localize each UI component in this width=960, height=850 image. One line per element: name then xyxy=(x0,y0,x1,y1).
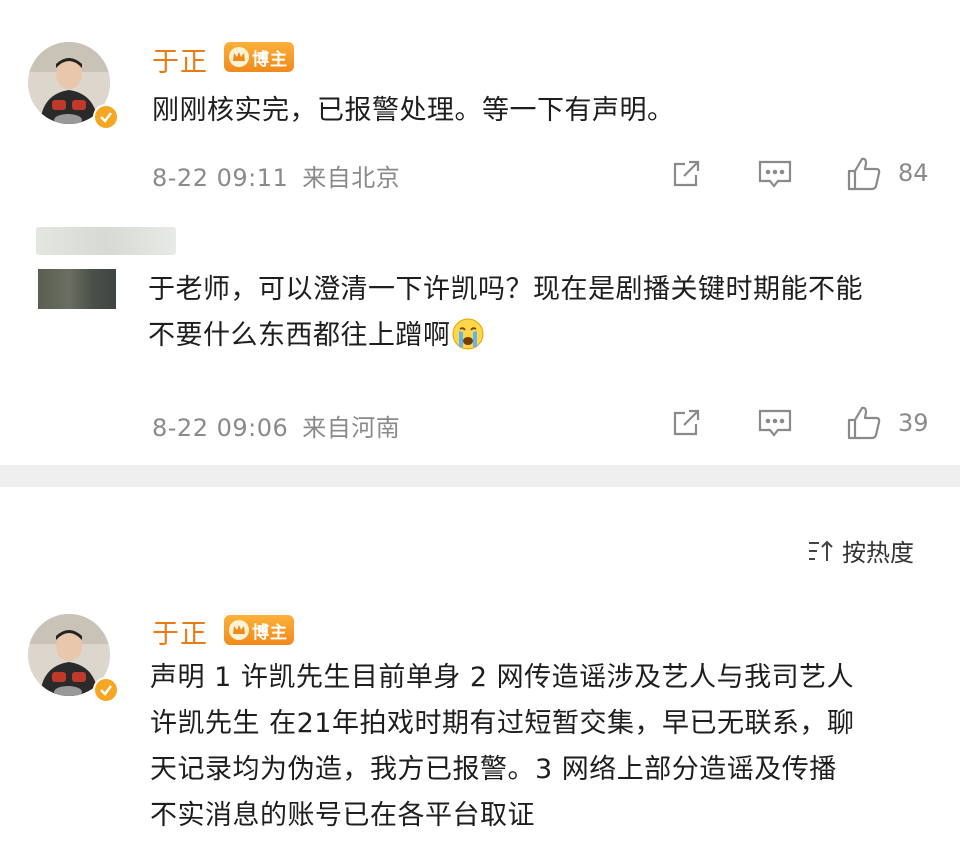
verified-icon xyxy=(93,104,119,130)
comment-text-line-2: 不要什么东西都往上蹭啊 xyxy=(148,313,485,359)
comment-meta: 8-22 09:11 来自北京 xyxy=(152,158,400,193)
crown-icon xyxy=(229,620,249,640)
share-icon[interactable] xyxy=(668,405,704,441)
comment-location: 来自河南 xyxy=(302,414,401,442)
comment-text-line-1: 于老师，可以澄清一下许凯吗？现在是剧播关键时期能不能 xyxy=(148,274,863,305)
share-icon[interactable] xyxy=(668,156,704,192)
comment-icon[interactable] xyxy=(756,405,794,441)
sort-icon xyxy=(809,540,833,561)
comment-2: 于老师，可以澄清一下许凯吗？现在是剧播关键时期能不能 不要什么东西都往上蹭啊 8… xyxy=(0,215,960,465)
comment-1: 于正 博主 刚刚核实完，已报警处理。等一下有声明。 8-22 09:11 来自北京… xyxy=(0,0,960,215)
badge-label: 博主 xyxy=(252,622,288,643)
comment-meta: 8-22 09:06 来自河南 xyxy=(152,408,400,443)
host-badge: 博主 xyxy=(224,42,294,72)
comment-text: 刚刚核实完，已报警处理。等一下有声明。 xyxy=(152,95,675,126)
author-name[interactable]: 于正 xyxy=(152,40,208,79)
comment-date: 8-22 09:11 xyxy=(152,164,289,192)
comment-icon[interactable] xyxy=(756,156,794,192)
comment-text-line-2-text: 不要什么东西都往上蹭啊 xyxy=(148,320,451,351)
blurred-username xyxy=(36,227,176,255)
statement-line-1: 声明 1 许凯先生目前单身 2 网传造谣涉及艺人与我司艺人 xyxy=(150,662,855,693)
badge-label: 博主 xyxy=(252,49,288,70)
comment-date: 8-22 09:06 xyxy=(152,414,289,442)
like-count: 39 xyxy=(898,409,929,437)
comment-location: 来自北京 xyxy=(302,164,401,192)
section-divider xyxy=(0,465,960,487)
sort-label: 按热度 xyxy=(842,539,914,567)
like-icon[interactable] xyxy=(844,403,884,443)
verified-icon xyxy=(93,677,119,703)
sort-by-hot-button[interactable]: 按热度 xyxy=(806,533,914,568)
statement-line-2: 许凯先生 在21年拍戏时期有过短暂交集，早已无联系，聊 xyxy=(150,708,855,739)
statement-line-3: 天记录均为伪造，我方已报警。3 网络上部分造谣及传播 xyxy=(150,754,837,785)
statement-comment: 于正 博主 声明 1 许凯先生目前单身 2 网传造谣涉及艺人与我司艺人 许凯先生… xyxy=(0,600,960,850)
like-count: 84 xyxy=(898,159,929,187)
author-name[interactable]: 于正 xyxy=(152,612,208,651)
statement-line-4: 不实消息的账号已在各平台取证 xyxy=(150,800,535,831)
host-badge: 博主 xyxy=(224,615,294,645)
crown-icon xyxy=(229,47,249,67)
like-icon[interactable] xyxy=(844,154,884,194)
crying-face-icon xyxy=(452,318,483,350)
blurred-avatar xyxy=(38,269,116,309)
